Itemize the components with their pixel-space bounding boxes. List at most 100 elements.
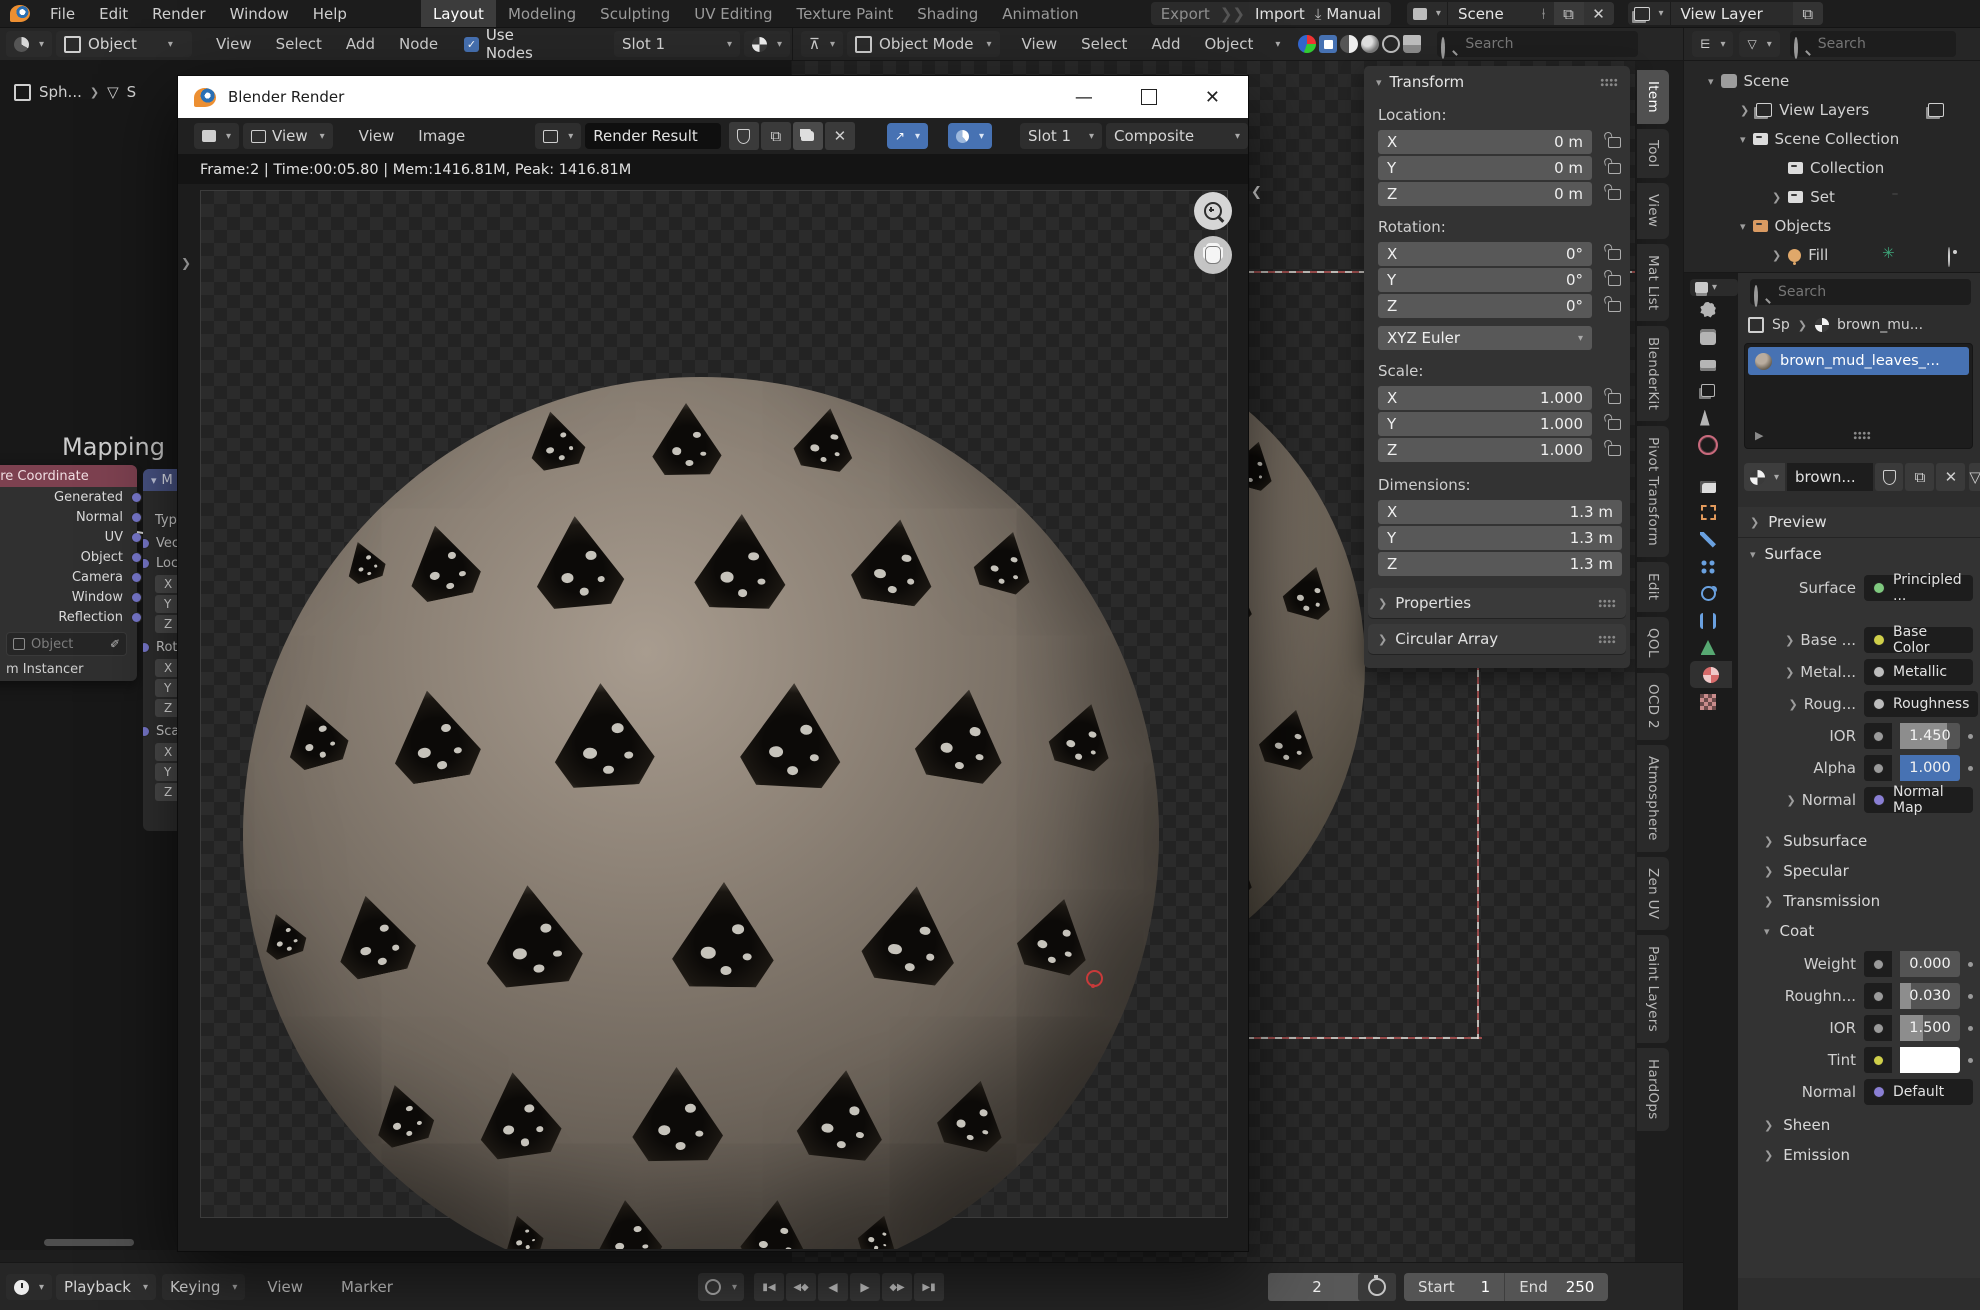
section-specular[interactable]: ❯ Specular bbox=[1738, 856, 1980, 886]
texture-shading-icon[interactable] bbox=[1361, 35, 1379, 53]
slot-dropdown[interactable]: Slot 1 ▾ bbox=[1020, 123, 1102, 149]
node-output-row[interactable]: Reflection bbox=[0, 607, 137, 627]
object-field[interactable]: Object ✐ bbox=[6, 632, 127, 656]
socket-chip[interactable] bbox=[1864, 951, 1892, 977]
viewport-search-input[interactable] bbox=[1437, 31, 1638, 57]
scene-browse-button[interactable]: ▾ bbox=[1407, 2, 1448, 25]
breadcrumb-material[interactable]: brown_mu... bbox=[1837, 317, 1923, 333]
material-shading-icon[interactable] bbox=[1340, 35, 1358, 53]
shader-slot-dropdown[interactable]: Slot 1 ▾ bbox=[614, 31, 740, 57]
n-panel-tab[interactable]: Zen UV bbox=[1637, 857, 1669, 930]
n-panel-tab[interactable]: Tool bbox=[1637, 129, 1669, 178]
display-mode-dropdown[interactable]: View ▾ bbox=[243, 123, 333, 149]
use-preview-range-button[interactable] bbox=[1358, 1273, 1396, 1301]
breadcrumb-object[interactable]: Sp bbox=[1772, 317, 1790, 333]
marker-menu[interactable]: Marker bbox=[329, 1278, 405, 1296]
texture-tab-icon[interactable] bbox=[1684, 688, 1732, 715]
image-editor-menu-item[interactable]: Image bbox=[406, 127, 477, 145]
lock-icon[interactable] bbox=[1608, 301, 1621, 312]
outliner-label[interactable]: Objects bbox=[1775, 217, 1832, 235]
topbar-menu-item[interactable]: Edit bbox=[87, 5, 140, 23]
material-browse-button[interactable]: ▾ bbox=[1744, 463, 1785, 491]
minimize-button[interactable]: — bbox=[1075, 87, 1093, 108]
auto-key-button[interactable]: ▾ bbox=[698, 1273, 744, 1301]
zoom-tool-button[interactable] bbox=[1194, 192, 1232, 230]
n-panel-tab[interactable]: Mat List bbox=[1637, 244, 1669, 322]
start-frame-field[interactable]: Start1 bbox=[1404, 1273, 1505, 1301]
collapsed-panel-header[interactable]: ❯ Properties bbox=[1368, 588, 1626, 618]
expand-icon[interactable]: ▾ bbox=[1740, 133, 1746, 146]
scale-field[interactable]: X1.000 bbox=[1378, 386, 1592, 410]
manual-button[interactable]: Manual bbox=[1326, 5, 1381, 23]
lock-icon[interactable] bbox=[1608, 163, 1621, 174]
material-slot-selected[interactable]: brown_mud_leaves_... bbox=[1748, 347, 1969, 375]
import-button[interactable]: Import bbox=[1255, 5, 1305, 23]
preview-panel-header[interactable]: ❯ Preview bbox=[1738, 507, 1980, 538]
lock-icon[interactable] bbox=[1608, 445, 1621, 456]
outliner-label[interactable]: Scene bbox=[1744, 72, 1790, 90]
close-button[interactable]: ✕ bbox=[1205, 87, 1220, 108]
n-panel-tab[interactable]: BlenderKit bbox=[1637, 326, 1669, 421]
region-expand-right-icon[interactable]: ❮ bbox=[1251, 185, 1262, 200]
input-socket-icon[interactable] bbox=[143, 538, 150, 549]
fake-user-button[interactable] bbox=[729, 122, 759, 150]
prop-node-chip[interactable]: Principled ... bbox=[1864, 575, 1973, 601]
new-view-layer-button[interactable]: ⧉ bbox=[1793, 2, 1823, 25]
material-name-field[interactable]: brown... bbox=[1787, 463, 1873, 491]
section-coat[interactable]: ▾ Coat bbox=[1738, 916, 1980, 946]
unlink-material-button[interactable]: ✕ bbox=[1936, 463, 1965, 491]
new-image-button[interactable]: ⧉ bbox=[761, 122, 791, 150]
outliner-display-mode-button[interactable]: ⋿ ▾ bbox=[1692, 31, 1733, 57]
section-sheen[interactable]: ❯ Sheen bbox=[1738, 1110, 1980, 1140]
particles-tab-icon[interactable] bbox=[1684, 553, 1732, 580]
jump-to-start-button[interactable]: ▮◀ bbox=[754, 1273, 784, 1301]
input-socket-icon[interactable] bbox=[143, 642, 150, 653]
node-output-row[interactable]: Window bbox=[0, 587, 137, 607]
dimension-field[interactable]: Z1.3 m bbox=[1378, 552, 1622, 576]
nodes-toggle-button[interactable]: ▽ bbox=[1969, 463, 1980, 491]
n-panel-tab[interactable]: QOL bbox=[1637, 617, 1669, 669]
section-emission[interactable]: ❯ Emission bbox=[1738, 1140, 1980, 1170]
keyframe-dot-icon[interactable] bbox=[1968, 1058, 1973, 1063]
node-output-row[interactable]: Normal bbox=[0, 507, 137, 527]
outliner-label[interactable]: Collection bbox=[1810, 159, 1884, 177]
section-subsurface[interactable]: ❯ Subsurface bbox=[1738, 826, 1980, 856]
lock-icon[interactable] bbox=[1608, 419, 1621, 430]
collection-tab-icon[interactable] bbox=[1684, 472, 1732, 499]
outliner-search-input[interactable] bbox=[1790, 31, 1956, 57]
tint-color-swatch[interactable] bbox=[1900, 1047, 1960, 1073]
expand-icon[interactable]: ❯ bbox=[1772, 191, 1781, 204]
viewport-menu-item[interactable]: Add bbox=[1139, 35, 1192, 53]
breadcrumb-object[interactable]: Sph... bbox=[39, 83, 82, 101]
n-panel-tab[interactable]: Edit bbox=[1637, 562, 1669, 611]
viewport-menu-item[interactable]: Select bbox=[1069, 35, 1139, 53]
node-output-row[interactable]: Camera bbox=[0, 567, 137, 587]
object-tab-icon[interactable] bbox=[1684, 499, 1732, 526]
texture-coordinate-node-header[interactable]: ure Coordinate bbox=[0, 465, 137, 487]
scale-field[interactable]: Y1.000 bbox=[1378, 412, 1592, 436]
maximize-button[interactable] bbox=[1141, 89, 1157, 105]
render-window-titlebar[interactable]: Blender Render — ✕ bbox=[178, 76, 1248, 118]
n-panel-tab[interactable]: View bbox=[1637, 183, 1669, 238]
properties-search-input[interactable] bbox=[1750, 279, 1971, 305]
workspace-tab[interactable]: Texture Paint bbox=[784, 0, 905, 27]
collapsed-panel-header[interactable]: ❯ Circular Array bbox=[1368, 624, 1626, 654]
constraints-tab-icon[interactable] bbox=[1684, 607, 1732, 634]
texture-coordinate-node[interactable]: ure Coordinate Generated Normal UV Objec… bbox=[0, 465, 137, 681]
rotation-field[interactable]: X0° bbox=[1378, 242, 1592, 266]
node-output-row[interactable]: Generated bbox=[0, 487, 137, 507]
output-socket-icon[interactable] bbox=[131, 592, 142, 603]
pass-dropdown[interactable]: Composite ▾ bbox=[1106, 123, 1248, 149]
outliner-row-scene-collection[interactable]: ▾ Scene Collection bbox=[1740, 126, 1899, 152]
expand-icon[interactable]: ❯ bbox=[1740, 104, 1749, 117]
export-button[interactable]: Export bbox=[1161, 5, 1210, 23]
pin-icon[interactable]: ⍿ bbox=[1542, 5, 1554, 23]
view-menu[interactable]: View bbox=[255, 1278, 315, 1296]
outliner-filter-button[interactable]: ▽ ▾ bbox=[1739, 31, 1779, 57]
view-transform-toggle[interactable]: ↗ ▾ bbox=[887, 123, 928, 149]
keying-menu[interactable]: Keying▾ bbox=[162, 1274, 245, 1300]
expand-icon[interactable]: ❯ bbox=[1772, 249, 1781, 262]
play-reverse-button[interactable]: ◀ bbox=[818, 1273, 848, 1301]
shader-menu-item[interactable]: View bbox=[204, 35, 264, 53]
eye-icon[interactable] bbox=[1948, 247, 1950, 267]
